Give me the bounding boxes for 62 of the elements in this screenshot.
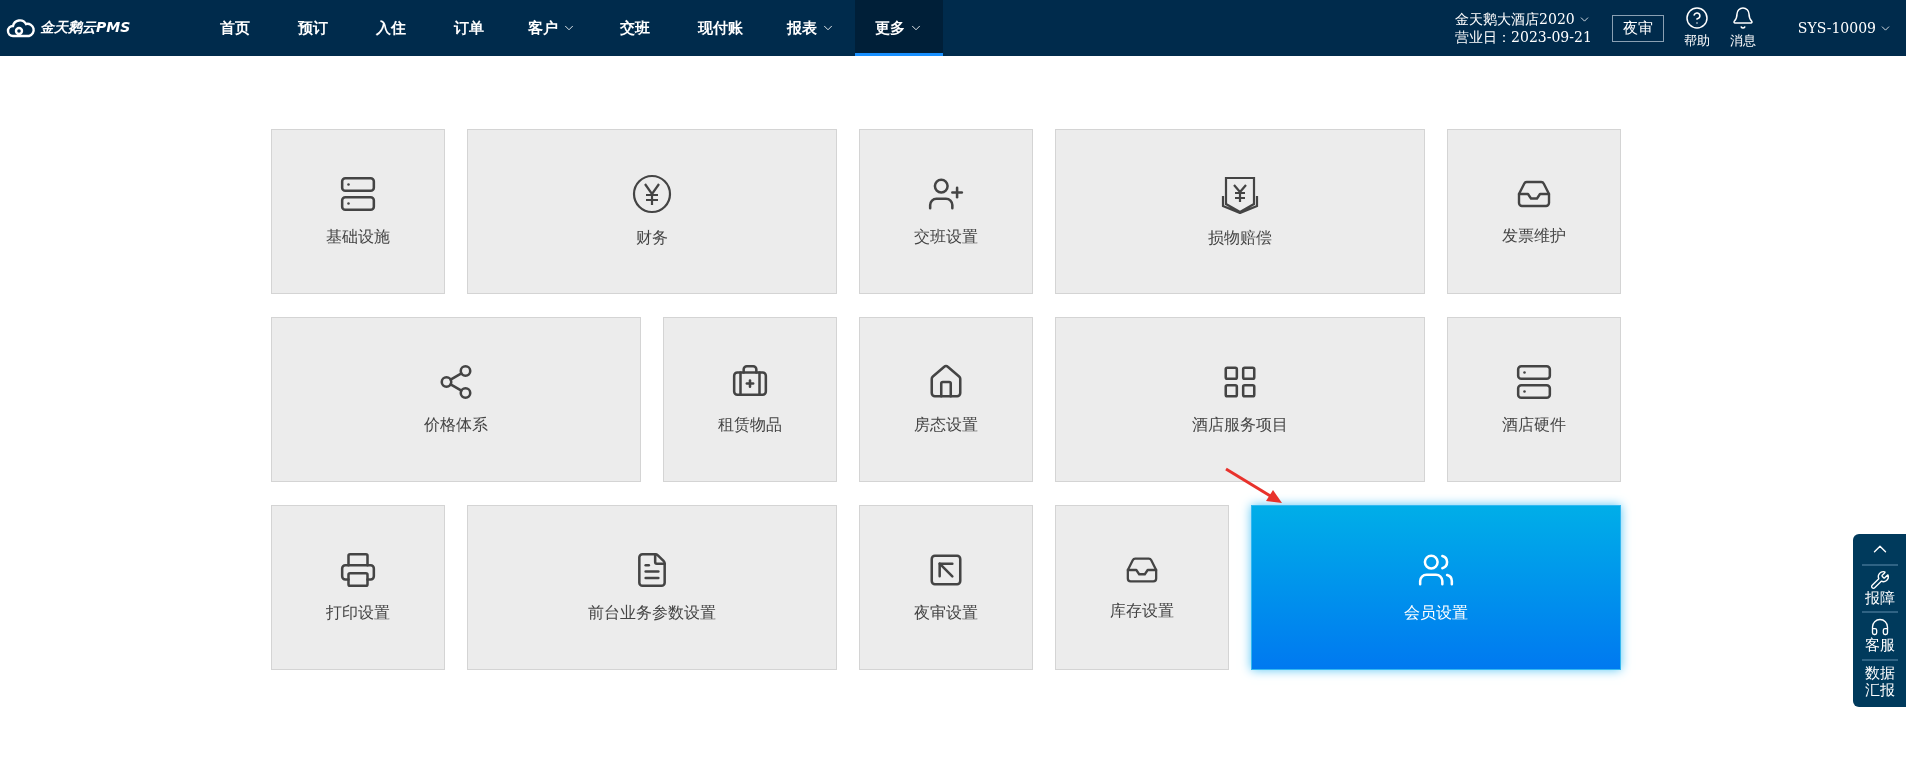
- cabinet-icon: [339, 175, 377, 213]
- tile-label: 交班设置: [914, 227, 978, 248]
- tile-label: 酒店硬件: [1502, 415, 1566, 436]
- settings-tile[interactable]: 财务: [467, 129, 837, 294]
- tile-label: 基础设施: [326, 227, 390, 248]
- tile-label: 房态设置: [914, 415, 978, 436]
- brand-name: 金天鹅云PMS: [40, 19, 131, 37]
- grid-icon: [1221, 363, 1259, 401]
- nav-tab[interactable]: 更多: [855, 0, 943, 56]
- user-menu[interactable]: SYS-10009: [1791, 19, 1898, 37]
- cabinet-icon: [1515, 363, 1553, 401]
- settings-tile[interactable]: 房态设置: [859, 317, 1033, 482]
- settings-tile[interactable]: 酒店硬件: [1447, 317, 1621, 482]
- tile-label: 库存设置: [1110, 601, 1174, 622]
- nav-tab[interactable]: 交班: [596, 0, 674, 56]
- settings-tile[interactable]: 库存设置: [1055, 505, 1229, 670]
- nav-tab[interactable]: 报表: [767, 0, 855, 56]
- settings-tile[interactable]: 交班设置: [859, 129, 1033, 294]
- settings-tile[interactable]: 发票维护: [1447, 129, 1621, 294]
- nav-tab[interactable]: 首页: [196, 0, 274, 56]
- help-button[interactable]: 帮助: [1683, 6, 1710, 50]
- tile-label: 酒店服务项目: [1192, 415, 1288, 436]
- settings-tile[interactable]: 酒店服务项目: [1055, 317, 1425, 482]
- settings-tile[interactable]: 价格体系: [271, 317, 641, 482]
- tile-label: 损物赔偿: [1208, 228, 1272, 249]
- tile-label: 打印设置: [326, 603, 390, 624]
- yen-circle-icon: [632, 174, 672, 214]
- tile-label: 夜审设置: [914, 603, 978, 624]
- house-icon: [927, 363, 965, 401]
- settings-tile[interactable]: 租赁物品: [663, 317, 837, 482]
- nav-tab[interactable]: 预订: [274, 0, 352, 56]
- business-day: 营业日：2023-09-21: [1455, 28, 1592, 46]
- settings-tile[interactable]: 基础设施: [271, 129, 445, 294]
- tile-label: 财务: [636, 228, 668, 249]
- nav-tab[interactable]: 入住: [352, 0, 430, 56]
- help-icon: [1684, 6, 1709, 30]
- tile-label: 价格体系: [424, 415, 488, 436]
- messages-button[interactable]: 消息: [1729, 6, 1756, 50]
- cloud-logo-icon: [6, 18, 36, 38]
- settings-tile[interactable]: 打印设置: [271, 505, 445, 670]
- bell-icon: [1730, 6, 1755, 30]
- hotel-name[interactable]: 金天鹅大酒店2020: [1455, 10, 1575, 28]
- headphones-icon: [1869, 617, 1890, 638]
- settings-tile[interactable]: 会员设置: [1251, 505, 1621, 670]
- yen-receipt-icon: [1221, 174, 1259, 214]
- side-panel-link[interactable]: 客服: [1864, 637, 1895, 655]
- tile-label: 租赁物品: [718, 415, 782, 436]
- side-panel-link[interactable]: 报障: [1864, 590, 1895, 608]
- night-audit-button[interactable]: 夜审: [1611, 14, 1664, 42]
- nav-tab[interactable]: 现付账: [674, 0, 767, 56]
- settings-tile[interactable]: 损物赔偿: [1055, 129, 1425, 294]
- tile-label: 会员设置: [1404, 603, 1468, 624]
- side-panel-link[interactable]: 数据汇报: [1864, 664, 1895, 699]
- wrench-icon: [1869, 570, 1890, 590]
- tile-label: 前台业务参数设置: [588, 603, 716, 624]
- tile-label: 发票维护: [1502, 226, 1566, 247]
- settings-tile[interactable]: 夜审设置: [859, 505, 1033, 670]
- settings-tile[interactable]: 前台业务参数设置: [467, 505, 837, 670]
- printer-icon: [339, 551, 377, 589]
- nav-tab[interactable]: 客户: [508, 0, 596, 56]
- nav-tab[interactable]: 订单: [430, 0, 508, 56]
- annotation-arrow: [1224, 467, 1284, 505]
